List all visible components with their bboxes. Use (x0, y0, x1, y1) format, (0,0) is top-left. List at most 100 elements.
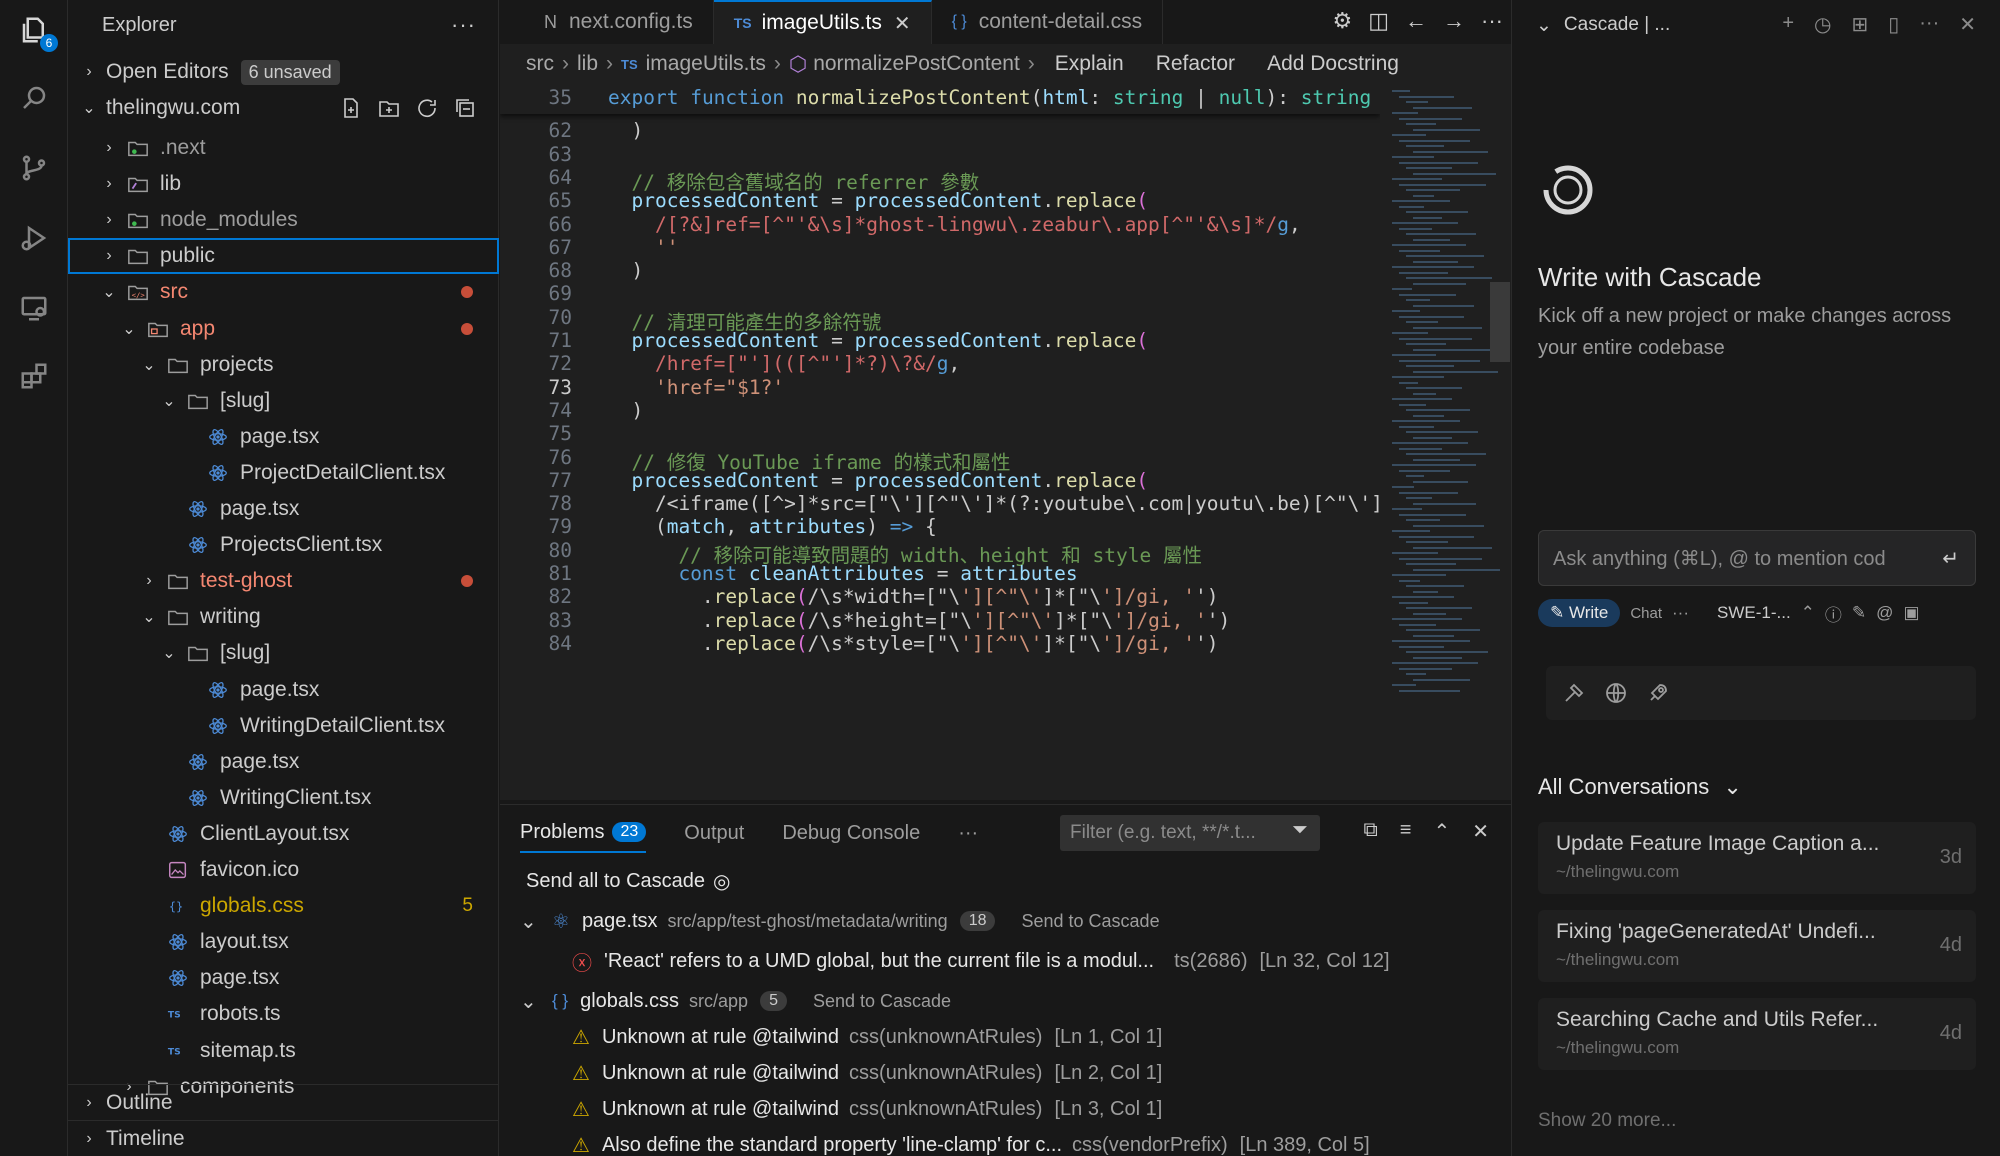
problem-group[interactable]: ⌄ ⚛ page.tsx src/app/test-ghost/metadata… (500, 903, 1511, 939)
close-icon[interactable]: ✕ (894, 11, 911, 36)
tab-output[interactable]: Output (684, 813, 744, 853)
copy-icon[interactable]: ⧉ (1364, 819, 1378, 844)
extensions-icon[interactable] (14, 356, 54, 396)
layout-icon[interactable]: ⊞ (1851, 12, 1868, 37)
tree-file[interactable]: TS robots.ts (68, 996, 499, 1032)
breadcrumb-item[interactable]: lib (577, 52, 598, 76)
gear-icon[interactable]: ⚙ (1332, 8, 1352, 34)
tree-file[interactable]: page.tsx (68, 491, 499, 527)
breadcrumb-item[interactable]: normalizePostContent (813, 52, 1020, 76)
problem-item[interactable]: ⚠ Also define the standard property 'line… (500, 1127, 1511, 1156)
tree-file[interactable]: page.tsx (68, 419, 499, 455)
chevron-up-icon[interactable]: ⌃ (1801, 603, 1815, 623)
codelens-explain[interactable]: Explain (1055, 52, 1124, 76)
tree-file[interactable]: page.tsx (68, 744, 499, 780)
outline-section[interactable]: › Outline (68, 1084, 499, 1120)
rocket-icon[interactable] (1646, 681, 1670, 705)
docs-icon[interactable]: ▯ (1888, 12, 1899, 37)
timeline-section[interactable]: › Timeline (68, 1120, 499, 1156)
write-mode-button[interactable]: ✎ Write (1538, 599, 1621, 627)
tree-file[interactable]: {} globals.css 5 (68, 888, 499, 924)
collapse-all-icon[interactable] (453, 96, 477, 120)
tab-problems[interactable]: Problems 23 (520, 813, 647, 853)
tab-image-utils[interactable]: TS imageUtils.ts ✕ (713, 0, 932, 44)
conversation-item[interactable]: Fixing 'pageGeneratedAt' Undefi... ~/thel… (1538, 910, 1976, 982)
more-icon[interactable]: ··· (1919, 12, 1939, 37)
tab-debug-console[interactable]: Debug Console (782, 813, 920, 853)
tab-next-config[interactable]: N next.config.ts (500, 0, 714, 44)
maximize-panel-icon[interactable]: ⌃ (1433, 819, 1450, 844)
minimap[interactable] (1384, 84, 1500, 800)
sticky-scroll-line[interactable]: 35 export function normalizePostContent(… (500, 84, 1380, 114)
tree-file[interactable]: favicon.ico (68, 852, 499, 888)
tree-file[interactable]: layout.tsx (68, 924, 499, 960)
search-icon[interactable] (14, 78, 54, 118)
hammer-icon[interactable] (1562, 681, 1586, 705)
close-icon[interactable]: ✕ (1959, 12, 1976, 37)
globe-icon[interactable] (1604, 681, 1628, 705)
files-icon[interactable]: 6 (14, 10, 58, 52)
split-editor-icon[interactable]: ◫ (1368, 8, 1389, 34)
problem-item[interactable]: ⚠ Unknown at rule @tailwind css(unknownAtR… (500, 1055, 1511, 1091)
show-more-link[interactable]: Show 20 more... (1538, 1110, 1676, 1132)
problem-group[interactable]: ⌄ { } globals.css src/app 5 Send to Casc… (500, 983, 1511, 1019)
cascade-header-title[interactable]: Cascade | ... (1564, 14, 1670, 36)
workspace-section[interactable]: ⌄ thelingwu.com (68, 90, 499, 126)
more-actions-icon[interactable]: ··· (451, 12, 476, 38)
tree-file[interactable]: page.tsx (68, 672, 499, 708)
tree-file[interactable]: ClientLayout.tsx (68, 816, 499, 852)
codelens-add-docstring[interactable]: Add Docstring (1267, 52, 1399, 76)
forward-icon[interactable]: → (1443, 8, 1465, 34)
tree-folder[interactable]: › public (68, 238, 499, 275)
more-icon[interactable]: ··· (1481, 8, 1503, 34)
ask-input[interactable]: Ask anything (⌘L), @ to mention cod ↵ (1538, 530, 1976, 586)
problem-item[interactable]: ⚠ Unknown at rule @tailwind css(unknownAtR… (500, 1091, 1511, 1127)
send-to-cascade-button[interactable]: Send to Cascade (813, 991, 951, 1012)
send-to-cascade-button[interactable]: Send to Cascade (1021, 911, 1159, 932)
refresh-icon[interactable] (415, 96, 439, 120)
more-icon[interactable]: ··· (1672, 603, 1689, 623)
conversation-item[interactable]: Searching Cache and Utils Refer... ~/thel… (1538, 998, 1976, 1070)
tree-folder[interactable]: ⌄ projects (68, 347, 499, 383)
tree-file[interactable]: TS sitemap.ts (68, 1033, 499, 1069)
tree-file[interactable]: page.tsx (68, 960, 499, 996)
tree-folder[interactable]: › test-ghost (68, 563, 499, 599)
view-as-list-icon[interactable]: ≡ (1400, 819, 1412, 844)
tree-folder[interactable]: ⌄ </> src (68, 274, 499, 310)
edit-icon[interactable]: ✎ (1852, 603, 1866, 623)
send-all-to-cascade[interactable]: Send all to Cascade ◎ (500, 863, 1511, 899)
tree-folder[interactable]: › lib (68, 166, 499, 202)
run-debug-icon[interactable] (14, 218, 54, 258)
tree-folder[interactable]: › .next (68, 130, 499, 166)
scrollbar-thumb[interactable] (1490, 282, 1510, 362)
new-file-icon[interactable] (339, 96, 363, 120)
chevron-down-icon[interactable]: ⌄ (1536, 14, 1552, 37)
mention-icon[interactable]: @ (1876, 603, 1893, 623)
tree-folder[interactable]: ⌄ [slug] (68, 635, 499, 671)
help-icon[interactable]: ⓘ (1825, 601, 1842, 626)
new-folder-icon[interactable] (377, 96, 401, 120)
problems-filter-input[interactable]: Filter (e.g. text, **/*.t... (1060, 815, 1320, 851)
more-icon[interactable]: ··· (958, 813, 978, 853)
remote-explorer-icon[interactable] (14, 288, 54, 328)
tree-file[interactable]: ProjectsClient.tsx (68, 527, 499, 563)
tree-folder[interactable]: ⌄ app (68, 311, 499, 347)
filter-icon[interactable]: ⏷ (1292, 819, 1308, 842)
chat-mode-button[interactable]: Chat (1630, 605, 1662, 622)
tree-file[interactable]: ProjectDetailClient.tsx (68, 455, 499, 491)
enter-icon[interactable]: ↵ (1942, 546, 1959, 571)
image-icon[interactable]: ▣ (1903, 603, 1919, 623)
new-conversation-icon[interactable]: + (1782, 12, 1794, 37)
history-icon[interactable]: ◷ (1814, 12, 1831, 37)
code-editor[interactable]: 35 export function normalizePostContent(… (500, 84, 1380, 800)
all-conversations-dropdown[interactable]: All Conversations ⌄ (1538, 774, 1742, 800)
breadcrumb-item[interactable]: imageUtils.ts (646, 52, 766, 76)
conversation-item[interactable]: Update Feature Image Caption a... ~/theli… (1538, 822, 1976, 894)
back-icon[interactable]: ← (1405, 8, 1427, 34)
breadcrumb-item[interactable]: src (526, 52, 554, 76)
open-editors-section[interactable]: › Open Editors 6 unsaved (68, 54, 499, 90)
model-selector[interactable]: SWE-1-... (1717, 603, 1791, 623)
problem-item[interactable]: ⚠ Unknown at rule @tailwind css(unknownAtR… (500, 1019, 1511, 1055)
tree-folder[interactable]: ⌄ [slug] (68, 383, 499, 419)
tree-folder[interactable]: › node_modules (68, 202, 499, 238)
